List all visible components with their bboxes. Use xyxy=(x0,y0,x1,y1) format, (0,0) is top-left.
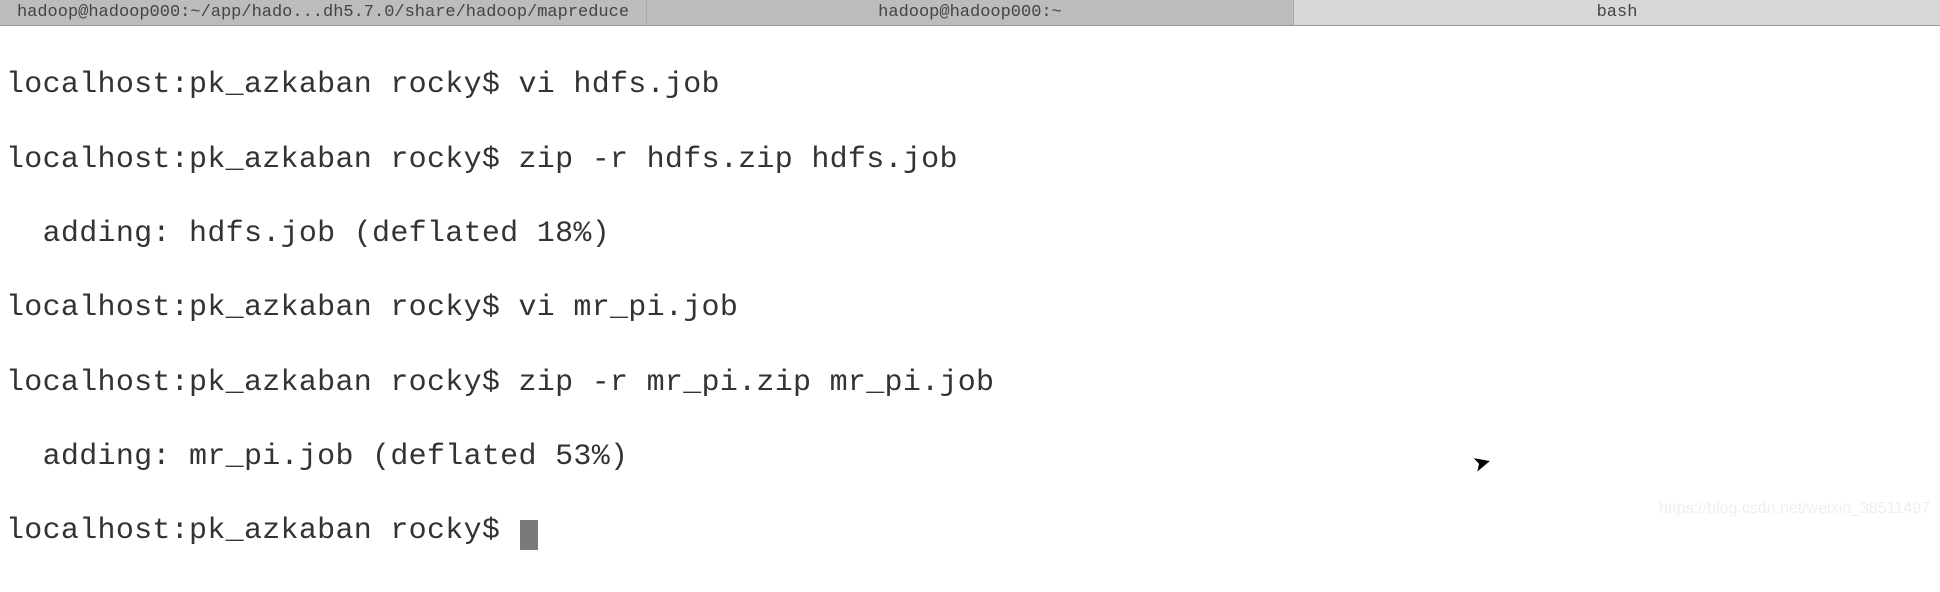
terminal-line: localhost:pk_azkaban rocky$ zip -r mr_pi… xyxy=(6,365,1934,402)
terminal-line: adding: mr_pi.job (deflated 53%) xyxy=(6,439,1934,476)
terminal-output[interactable]: localhost:pk_azkaban rocky$ vi hdfs.job … xyxy=(0,26,1940,592)
tab-hadoop-mapreduce[interactable]: hadoop@hadoop000:~/app/hado...dh5.7.0/sh… xyxy=(0,0,647,25)
terminal-line: localhost:pk_azkaban rocky$ vi hdfs.job xyxy=(6,67,1934,104)
terminal-line: adding: hdfs.job (deflated 18%) xyxy=(6,216,1934,253)
tab-bar: hadoop@hadoop000:~/app/hado...dh5.7.0/sh… xyxy=(0,0,1940,26)
tab-bash[interactable]: bash xyxy=(1294,0,1940,25)
tab-hadoop-home[interactable]: hadoop@hadoop000:~ xyxy=(647,0,1294,25)
watermark-text: https://blog.csdn.net/weixin_38511497 xyxy=(1659,500,1930,518)
terminal-line: localhost:pk_azkaban rocky$ xyxy=(6,513,1934,550)
terminal-line: localhost:pk_azkaban rocky$ vi mr_pi.job xyxy=(6,290,1934,327)
prompt-line: localhost:pk_azkaban rocky$ xyxy=(6,514,518,548)
cursor-icon xyxy=(520,520,538,550)
terminal-line: localhost:pk_azkaban rocky$ zip -r hdfs.… xyxy=(6,142,1934,179)
